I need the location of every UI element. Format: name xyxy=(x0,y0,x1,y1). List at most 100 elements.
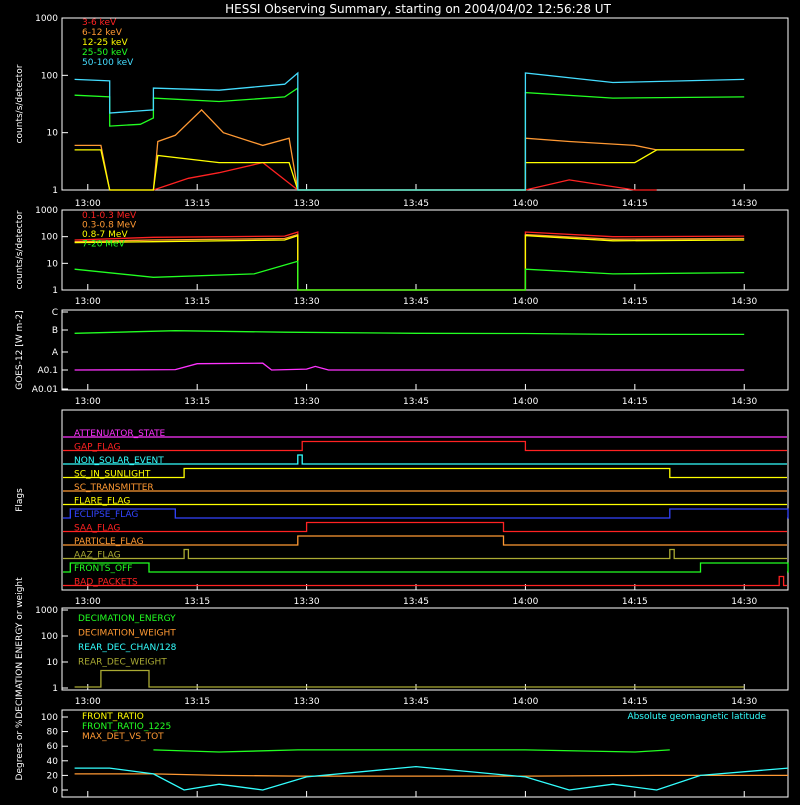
y-axis-title: Flags xyxy=(15,488,25,512)
legend-entry: 3-6 keV xyxy=(82,18,117,28)
x-tick-label: 13:15 xyxy=(184,597,210,607)
x-tick-label: 14:15 xyxy=(622,297,648,307)
x-tick-label: 14:00 xyxy=(512,297,538,307)
x-tick-label: 13:30 xyxy=(294,199,320,209)
y-tick-label: A0.1 xyxy=(38,366,58,376)
y-tick-label: 60 xyxy=(47,742,59,752)
legend-entry: MAX_DET_VS_TOT xyxy=(82,732,164,742)
x-tick-label: 13:15 xyxy=(184,697,210,707)
y-tick-label: 20 xyxy=(47,771,59,781)
y-axis-title: counts/s/detector xyxy=(15,64,25,143)
x-tick-label: 13:45 xyxy=(403,397,429,407)
y-tick-label: 80 xyxy=(47,728,59,738)
x-tick-label: 13:15 xyxy=(184,199,210,209)
y-tick-label: 10 xyxy=(47,259,59,269)
x-tick-label: 13:15 xyxy=(184,297,210,307)
flag-label: FRONTS_OFF xyxy=(74,564,132,574)
x-tick-label: 13:30 xyxy=(294,397,320,407)
flag-line xyxy=(63,508,789,519)
y-tick-label: 100 xyxy=(41,632,58,642)
x-tick-label: 13:15 xyxy=(184,397,210,407)
series-line xyxy=(74,773,788,777)
legend-entry: 25-50 keV xyxy=(82,48,128,58)
y-tick-label: 1 xyxy=(52,684,58,694)
panel-2-frame xyxy=(61,209,789,291)
series-line xyxy=(74,234,745,291)
y-axis-title: Degrees or % xyxy=(15,719,25,780)
x-tick-label: 14:00 xyxy=(512,597,538,607)
x-tick-label: 13:00 xyxy=(75,697,101,707)
series-line xyxy=(153,749,670,753)
chart-title: HESSI Observing Summary, starting on 200… xyxy=(225,2,611,16)
y-tick-label: A xyxy=(52,348,59,358)
flag-label: ECLIPSE_FLAG xyxy=(74,510,138,520)
legend-entry: 6-12 keV xyxy=(82,28,123,38)
legend-entry: DECIMATION_ENERGY xyxy=(78,614,176,624)
x-tick-label: 14:30 xyxy=(731,397,757,407)
series-line xyxy=(74,260,745,291)
flag-line xyxy=(63,454,787,465)
legend-entry: FRONT_RATIO xyxy=(82,712,144,722)
y-tick-label: 0 xyxy=(52,786,58,796)
legend-entry: 0.3-0.8 MeV xyxy=(82,221,137,231)
x-tick-label: 14:00 xyxy=(512,397,538,407)
legend-entry: 0.1-0.3 MeV xyxy=(82,211,137,221)
x-tick-label: 14:15 xyxy=(622,697,648,707)
y-tick-label: 1000 xyxy=(35,14,58,24)
series-line xyxy=(74,71,745,191)
y-tick-label: 40 xyxy=(47,757,59,767)
x-tick-label: 13:30 xyxy=(294,297,320,307)
y-tick-label: B xyxy=(52,326,58,336)
x-tick-label: 13:45 xyxy=(403,297,429,307)
panel-1-frame xyxy=(61,17,789,191)
y-tick-label: A0.01 xyxy=(32,385,58,395)
observing-summary: HESSI Observing Summary, starting on 200… xyxy=(0,0,800,800)
goes-line xyxy=(74,330,745,336)
x-tick-label: 14:30 xyxy=(731,697,757,707)
legend-entry: 12-25 keV xyxy=(82,38,128,48)
x-tick-label: 13:00 xyxy=(75,597,101,607)
y-tick-label: 10 xyxy=(47,658,59,668)
series-line xyxy=(74,765,789,791)
y-tick-label: 1000 xyxy=(35,606,58,616)
goes-line xyxy=(74,362,745,371)
x-tick-label: 14:30 xyxy=(731,199,757,209)
x-tick-label: 14:15 xyxy=(622,397,648,407)
x-tick-label: 14:30 xyxy=(731,597,757,607)
flag-line xyxy=(63,467,787,479)
legend-entry: REAR_DEC_CHAN/128 xyxy=(78,643,177,653)
y-tick-label: 1000 xyxy=(35,206,58,216)
series-line xyxy=(74,233,745,291)
x-tick-label: 13:30 xyxy=(294,597,320,607)
x-tick-label: 13:45 xyxy=(403,597,429,607)
flag-line xyxy=(63,575,787,587)
y-tick-label: 10 xyxy=(47,129,59,139)
x-tick-label: 13:00 xyxy=(75,199,101,209)
legend-entry: DECIMATION_WEIGHT xyxy=(78,629,176,639)
flag-line xyxy=(63,521,787,533)
x-tick-label: 14:15 xyxy=(622,597,648,607)
series-line xyxy=(74,86,745,191)
panel-3-frame xyxy=(61,309,789,391)
y-tick-label: 100 xyxy=(41,713,58,723)
x-tick-label: 14:15 xyxy=(622,199,648,209)
legend-entry: REAR_DEC_WEIGHT xyxy=(78,658,167,668)
y-tick-label: 1 xyxy=(52,286,58,296)
series-line xyxy=(153,161,657,191)
y-tick-label: C xyxy=(52,308,58,318)
y-tick-label: 100 xyxy=(41,71,58,81)
y-axis-title: counts/s/detector xyxy=(15,210,25,289)
x-tick-label: 14:00 xyxy=(512,697,538,707)
annotation-label: Absolute geomagnetic latitude xyxy=(627,712,766,722)
flag-line xyxy=(63,535,787,546)
x-tick-label: 13:45 xyxy=(403,199,429,209)
series-line xyxy=(74,108,745,191)
y-axis-title: GOES-12 [W m-2] xyxy=(15,310,25,390)
x-tick-label: 14:30 xyxy=(731,297,757,307)
flag-line xyxy=(63,440,787,452)
legend-entry: 0.8-7 MeV xyxy=(82,230,128,240)
series-line xyxy=(74,669,745,688)
legend-entry: FRONT_RATIO_1225 xyxy=(82,722,171,732)
flag-line xyxy=(63,548,787,560)
x-tick-label: 13:30 xyxy=(294,697,320,707)
